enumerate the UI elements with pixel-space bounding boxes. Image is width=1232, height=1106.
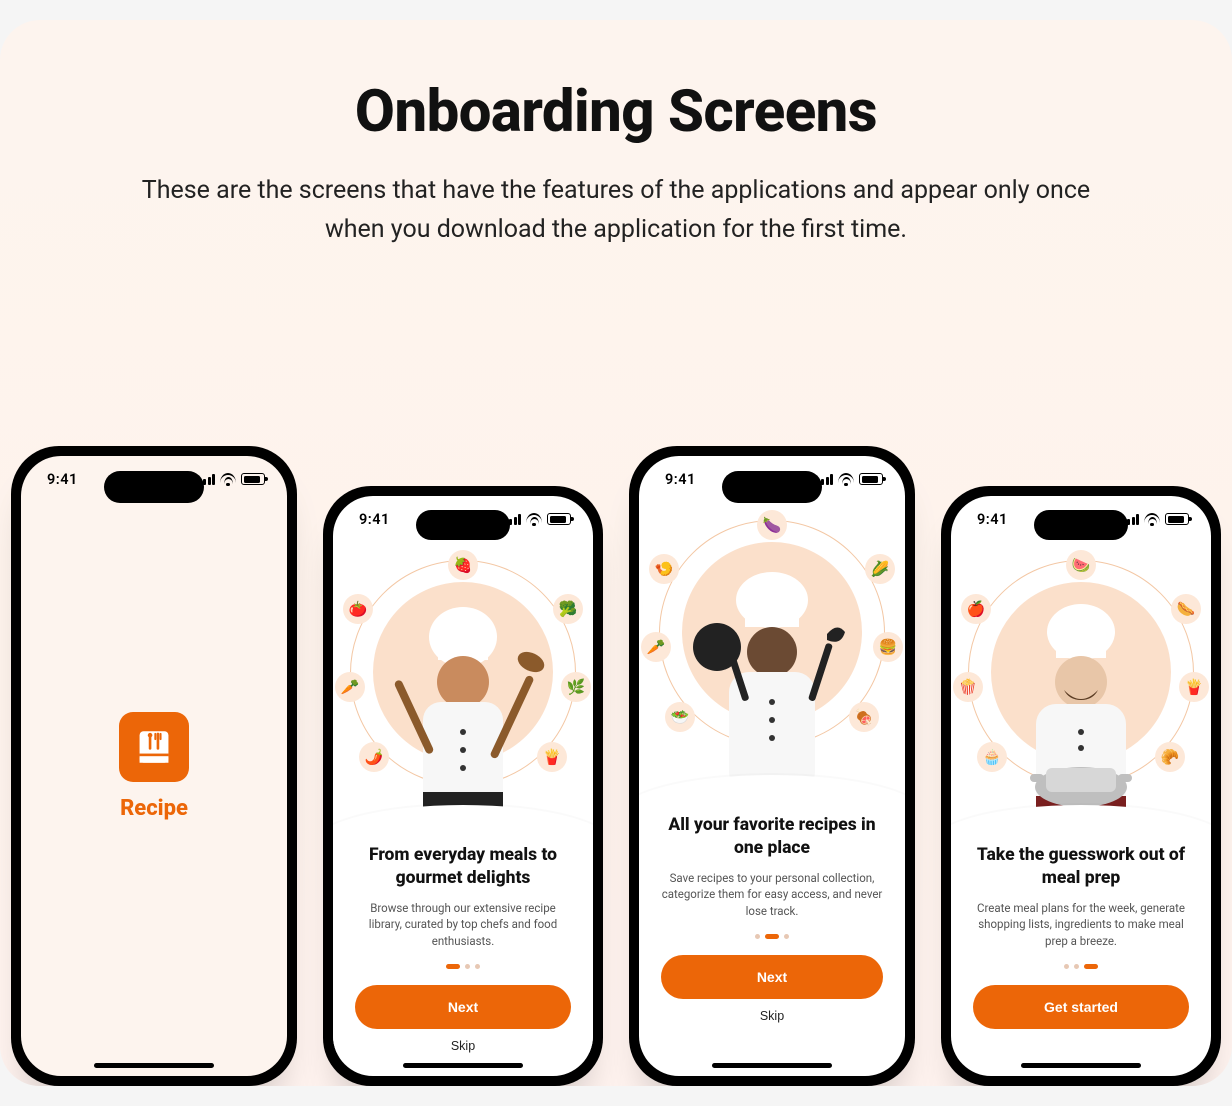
dot-active xyxy=(1084,964,1098,969)
skip-button[interactable]: Skip xyxy=(760,1009,784,1023)
page-dots xyxy=(446,964,480,969)
wifi-icon xyxy=(838,473,854,485)
app-name: Recipe xyxy=(120,796,188,821)
dot xyxy=(475,964,480,969)
phone-onboarding-3: 9:41 🍉 🌭 🍟 🥐 🧁 🍿 🍎 xyxy=(941,486,1221,1086)
status-indicators xyxy=(817,473,884,485)
phones-row: 9:41 xyxy=(0,366,1232,1086)
wifi-icon xyxy=(1144,513,1160,525)
onboarding-title: All your favorite recipes in one place xyxy=(661,814,883,860)
onboarding-desc: Create meal plans for the week, generate… xyxy=(973,900,1189,950)
status-time: 9:41 xyxy=(359,511,390,528)
food-bubble-icon: 🥕 xyxy=(641,632,671,662)
wifi-icon xyxy=(526,513,542,525)
page-subtitle: These are the screens that have the feat… xyxy=(136,172,1096,250)
battery-icon xyxy=(1165,513,1189,525)
next-button[interactable]: Next xyxy=(355,985,571,1029)
phone-onboarding-2: 9:41 🍆 🌽 🍔 🍖 🥗 🥕 🍤 xyxy=(629,446,915,1086)
wifi-icon xyxy=(220,473,236,485)
dynamic-island xyxy=(104,471,204,503)
onboarding-illustration: 🍓 🥦 🌿 🍟 🌶️ 🥕 🍅 xyxy=(333,542,593,832)
status-indicators xyxy=(1123,513,1190,525)
onboarding-illustration: 🍉 🌭 🍟 🥐 🧁 🍿 🍎 xyxy=(951,542,1211,832)
status-indicators xyxy=(199,473,266,485)
food-bubble-icon: 🍉 xyxy=(1066,550,1096,580)
dot xyxy=(1064,964,1069,969)
get-started-button[interactable]: Get started xyxy=(973,985,1189,1029)
food-bubble-icon: 🌽 xyxy=(865,554,895,584)
next-button[interactable]: Next xyxy=(661,955,883,999)
food-bubble-icon: 🍔 xyxy=(873,632,903,662)
dynamic-island xyxy=(1034,510,1128,540)
food-bubble-icon: 🍓 xyxy=(448,550,478,580)
dot xyxy=(755,934,760,939)
food-bubble-icon: 🌿 xyxy=(561,672,591,702)
dot xyxy=(1074,964,1079,969)
app-icon xyxy=(119,712,189,782)
skip-button[interactable]: Skip xyxy=(451,1039,475,1053)
page-dots xyxy=(755,934,789,939)
battery-icon xyxy=(859,473,883,485)
dynamic-island xyxy=(416,510,510,540)
food-bubble-icon: 🍟 xyxy=(1179,672,1209,702)
onboarding-panel: Take the guesswork out of meal prep Crea… xyxy=(951,832,1211,1029)
onboarding-desc: Browse through our extensive recipe libr… xyxy=(355,900,571,950)
onboarding-panel: All your favorite recipes in one place S… xyxy=(639,802,905,1023)
canvas: Onboarding Screens These are the screens… xyxy=(0,20,1232,1086)
onboarding-desc: Save recipes to your personal collection… xyxy=(661,870,883,920)
phone-splash: 9:41 xyxy=(11,446,297,1086)
onboarding-title: From everyday meals to gourmet delights xyxy=(355,844,571,890)
dot xyxy=(465,964,470,969)
onboarding-title: Take the guesswork out of meal prep xyxy=(973,844,1189,890)
food-bubble-icon: 🍿 xyxy=(953,672,983,702)
phone-onboarding-1: 9:41 🍓 🥦 🌿 🍟 🌶️ 🥕 🍅 xyxy=(323,486,603,1086)
onboarding-illustration: 🍆 🌽 🍔 🍖 🥗 🥕 🍤 xyxy=(639,502,905,802)
dot xyxy=(784,934,789,939)
status-indicators xyxy=(505,513,572,525)
battery-icon xyxy=(547,513,571,525)
status-time: 9:41 xyxy=(665,471,696,488)
dynamic-island xyxy=(722,471,822,503)
food-bubble-icon: 🍤 xyxy=(649,554,679,584)
food-bubble-icon: 🍆 xyxy=(757,510,787,540)
splash-content: Recipe xyxy=(21,456,287,1076)
dot-active xyxy=(765,934,779,939)
onboarding-panel: From everyday meals to gourmet delights … xyxy=(333,832,593,1053)
page-dots xyxy=(1064,964,1098,969)
food-bubble-icon: 🥕 xyxy=(335,672,365,702)
dot-active xyxy=(446,964,460,969)
status-time: 9:41 xyxy=(977,511,1008,528)
page-title: Onboarding Screens xyxy=(0,78,1232,146)
battery-icon xyxy=(241,473,265,485)
status-time: 9:41 xyxy=(47,471,78,488)
